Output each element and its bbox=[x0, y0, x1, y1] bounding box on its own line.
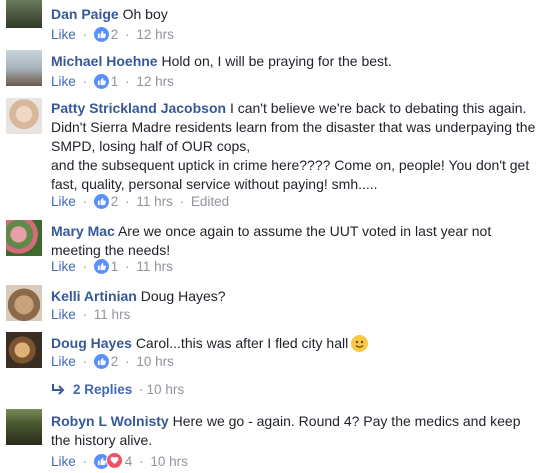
avatar[interactable] bbox=[6, 0, 42, 28]
reaction-count[interactable]: 4 bbox=[125, 454, 133, 469]
thumbs-up-icon[interactable] bbox=[93, 194, 109, 209]
commenter-name[interactable]: Patty Strickland Jacobson bbox=[51, 100, 226, 116]
avatar[interactable] bbox=[6, 98, 42, 134]
like-button[interactable]: Like bbox=[51, 354, 76, 369]
reaction-count[interactable]: 1 bbox=[111, 259, 119, 274]
reaction-count[interactable]: 2 bbox=[111, 27, 119, 42]
smiley-icon bbox=[351, 335, 369, 352]
like-button[interactable]: Like bbox=[51, 194, 76, 209]
separator: · bbox=[125, 354, 130, 369]
comment-text-continued: and the subsequent uptick in crime here?… bbox=[51, 157, 530, 192]
separator: · bbox=[82, 27, 88, 42]
timestamp[interactable]: 11 hrs bbox=[136, 194, 173, 209]
separator: · bbox=[82, 259, 88, 274]
separator: · bbox=[125, 74, 130, 89]
replies-time: 10 hrs bbox=[146, 382, 185, 397]
commenter-name[interactable]: Robyn L Wolnisty bbox=[51, 413, 169, 429]
reaction-count[interactable]: 2 bbox=[111, 354, 119, 369]
commenter-name[interactable]: Dan Paige bbox=[51, 6, 119, 22]
avatar[interactable] bbox=[6, 409, 42, 445]
timestamp[interactable]: 12 hrs bbox=[136, 74, 174, 89]
avatar[interactable] bbox=[6, 285, 42, 321]
edited-label[interactable]: Edited bbox=[191, 194, 229, 209]
timestamp[interactable]: 12 hrs bbox=[136, 27, 174, 42]
comment-text: Carol...this was after I fled city hall bbox=[135, 335, 349, 351]
timestamp[interactable]: 11 hrs bbox=[94, 307, 131, 322]
separator: · bbox=[82, 307, 88, 322]
reaction-count[interactable]: 2 bbox=[111, 194, 119, 209]
commenter-name[interactable]: Kelli Artinian bbox=[51, 288, 137, 304]
like-button[interactable]: Like bbox=[51, 454, 76, 469]
separator: · bbox=[125, 27, 130, 42]
thumbs-up-icon[interactable] bbox=[93, 74, 109, 89]
like-button[interactable]: Like bbox=[51, 27, 76, 42]
commenter-name[interactable]: Doug Hayes bbox=[51, 335, 132, 351]
reply-arrow-icon bbox=[52, 384, 65, 395]
timestamp[interactable]: 10 hrs bbox=[136, 354, 174, 369]
comment-text: Oh boy bbox=[122, 6, 168, 22]
separator: · bbox=[179, 194, 185, 209]
commenter-name[interactable]: Mary Mac bbox=[51, 223, 115, 239]
like-button[interactable]: Like bbox=[51, 307, 76, 322]
heart-icon[interactable] bbox=[105, 452, 123, 469]
reaction-count[interactable]: 1 bbox=[111, 74, 119, 89]
separator: · bbox=[82, 74, 88, 89]
separator: · bbox=[82, 354, 88, 369]
separator: · bbox=[125, 259, 130, 274]
thumbs-up-icon[interactable] bbox=[93, 27, 109, 42]
thumbs-up-icon[interactable] bbox=[93, 259, 109, 274]
separator: · bbox=[125, 194, 130, 209]
avatar[interactable] bbox=[6, 220, 42, 256]
separator: · bbox=[82, 454, 88, 469]
timestamp[interactable]: 11 hrs bbox=[136, 259, 173, 274]
view-replies-link[interactable]: 2 Replies · 10 hrs bbox=[51, 382, 184, 397]
comment-text: Doug Hayes? bbox=[140, 288, 226, 304]
thumbs-up-icon[interactable] bbox=[93, 354, 109, 369]
separator: · bbox=[139, 382, 144, 397]
like-button[interactable]: Like bbox=[51, 74, 76, 89]
separator: · bbox=[82, 194, 88, 209]
replies-count[interactable]: 2 Replies bbox=[73, 382, 132, 397]
comment-text: Hold on, I will be praying for the best. bbox=[161, 53, 392, 69]
separator: · bbox=[139, 454, 144, 469]
timestamp[interactable]: 10 hrs bbox=[150, 454, 188, 469]
commenter-name[interactable]: Michael Hoehne bbox=[51, 53, 158, 69]
avatar[interactable] bbox=[6, 332, 42, 368]
comment-text: Are we once again to assume the UUT vote… bbox=[51, 223, 492, 258]
like-button[interactable]: Like bbox=[51, 259, 76, 274]
avatar[interactable] bbox=[6, 50, 42, 86]
